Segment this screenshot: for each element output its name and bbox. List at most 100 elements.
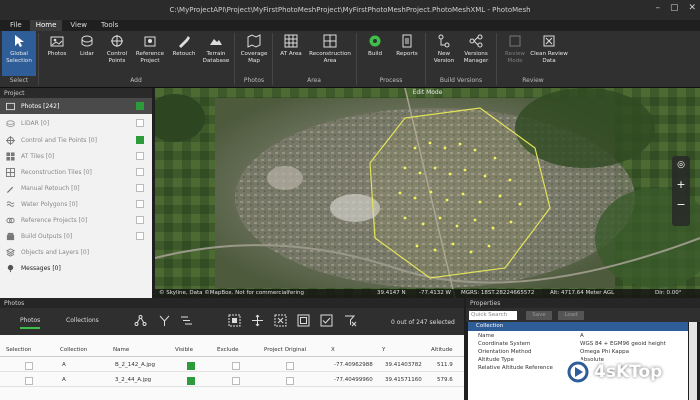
table-row[interactable]: A B_2_142_A.jpg -77.40962988 39.41403782… <box>0 358 464 372</box>
photos-button[interactable]: Photos <box>40 31 74 76</box>
project-item-lidar[interactable]: LiDAR [0] <box>0 115 152 131</box>
group-label-build-versions: Build Versions <box>439 77 483 84</box>
close-icon[interactable]: ✕ <box>688 3 696 13</box>
clean-review-data-button[interactable]: Clean Review Data <box>530 31 568 76</box>
selection-checkbox[interactable] <box>25 377 33 385</box>
select-all-icon[interactable] <box>228 314 241 327</box>
col-y[interactable]: Y <box>382 347 385 353</box>
photos-icon <box>50 36 64 47</box>
col-collection[interactable]: Collection <box>60 347 87 353</box>
col-project-original[interactable]: Project Original <box>264 347 306 353</box>
clean-review-data-icon <box>543 35 555 47</box>
water-polygons-visibility-checkbox[interactable] <box>136 200 144 208</box>
maximize-icon[interactable]: ▢ <box>670 3 679 13</box>
frame-icon[interactable] <box>297 314 310 327</box>
menu-view[interactable]: View <box>64 20 93 31</box>
build-outputs-visibility-checkbox[interactable] <box>136 232 144 240</box>
reconstruction-area-button[interactable]: Reconstruction Area <box>307 31 353 76</box>
photos-panel-header: Photos <box>0 298 464 308</box>
terrain-database-button[interactable]: Terrain Database <box>199 31 233 76</box>
control-points-button[interactable]: Control Points <box>100 31 134 76</box>
group-label-review: Review <box>522 77 544 84</box>
exclude-checkbox[interactable] <box>232 362 240 370</box>
col-selection[interactable]: Selection <box>6 347 31 353</box>
selection-checkbox[interactable] <box>25 362 33 370</box>
altitude-readout: Alt: 4717.64 Meter AGL <box>550 290 615 296</box>
project-item-photos[interactable]: Photos [242] <box>0 98 152 114</box>
project-item-objects-layers[interactable]: Objects and Layers [0] <box>0 244 152 260</box>
load-button[interactable]: Load <box>558 311 584 320</box>
property-row[interactable]: Coordinate System WGS 84 + EGM96 geoid h… <box>468 340 688 348</box>
build-button[interactable]: Build <box>358 31 392 76</box>
col-exclude[interactable]: Exclude <box>217 347 239 353</box>
menu-file[interactable]: File <box>4 20 28 31</box>
photos-table: Selection Collection Name Visible Exclud… <box>0 335 464 400</box>
menu-home[interactable]: Home <box>29 20 63 31</box>
control-points-visibility-checkbox[interactable] <box>136 136 144 144</box>
clear-filter-icon[interactable] <box>344 314 357 327</box>
at-area-button[interactable]: AT Area <box>274 31 308 76</box>
zoom-out-icon[interactable]: − <box>672 198 690 211</box>
at-tiles-visibility-checkbox[interactable] <box>136 152 144 160</box>
manual-retouch-visibility-checkbox[interactable] <box>136 184 144 192</box>
split-icon[interactable] <box>158 314 171 327</box>
reports-button[interactable]: Reports <box>390 31 424 76</box>
visible-checkbox[interactable] <box>187 377 195 385</box>
map-navigation-control: ◎ + − <box>672 156 690 226</box>
quick-search-input[interactable]: Quick Search <box>469 311 517 320</box>
reference-projects-visibility-checkbox[interactable] <box>136 216 144 224</box>
terrain-database-icon <box>210 39 222 45</box>
project-original-checkbox[interactable] <box>286 362 294 370</box>
global-selection-button[interactable]: Global Selection <box>2 31 36 76</box>
lidar-visibility-checkbox[interactable] <box>136 119 144 127</box>
list-icon[interactable] <box>180 314 193 327</box>
save-button[interactable]: Save <box>526 311 552 320</box>
check-box-icon[interactable] <box>320 314 333 327</box>
project-item-at-tiles[interactable]: AT Tiles [0] <box>0 148 152 164</box>
project-item-build-outputs[interactable]: Build Outputs [0] <box>0 228 152 244</box>
project-item-messages[interactable]: Messages [0] <box>0 260 152 276</box>
new-version-button[interactable]: New Version <box>427 31 461 76</box>
menu-bar: File Home View Tools <box>4 20 124 31</box>
tab-collections[interactable]: Collections <box>66 317 99 324</box>
project-item-manual-retouch[interactable]: Manual Retouch [0] <box>0 180 152 196</box>
table-row[interactable]: A 3_2_44_A.jpg -77.40499960 39.41571160 … <box>0 373 464 387</box>
project-tree: Photos [242] LiDAR [0] Control and Tie P… <box>0 98 152 298</box>
menu-tools[interactable]: Tools <box>95 20 124 31</box>
col-altitude[interactable]: Altitude <box>431 347 453 353</box>
properties-toolbar: Quick Search Save Load <box>466 308 700 322</box>
compass-icon[interactable]: ◎ <box>672 160 690 170</box>
project-original-checkbox[interactable] <box>286 377 294 385</box>
exclude-checkbox[interactable] <box>232 377 240 385</box>
project-item-control-tie-points[interactable]: Control and Tie Points [0] <box>0 132 152 148</box>
zoom-in-icon[interactable]: + <box>672 178 690 191</box>
properties-panel-header: Properties <box>466 298 700 308</box>
lidar-button[interactable]: Lidar <box>70 31 104 76</box>
network-icon[interactable] <box>134 314 147 327</box>
retouch-button[interactable]: Retouch <box>167 31 201 76</box>
reconstruction-tiles-visibility-checkbox[interactable] <box>136 168 144 176</box>
project-item-water-polygons[interactable]: Water Polygons [0] <box>0 196 152 212</box>
versions-manager-icon <box>469 34 483 48</box>
review-mode-button[interactable]: Review Mode <box>498 31 532 76</box>
move-icon[interactable] <box>251 314 264 327</box>
tab-photos[interactable]: Photos <box>20 317 41 329</box>
versions-manager-button[interactable]: Versions Manager <box>457 31 495 76</box>
build-outputs-icon <box>6 232 15 240</box>
photos-visibility-checkbox[interactable] <box>136 102 144 110</box>
reference-project-button[interactable]: Reference Project <box>133 31 167 76</box>
project-item-reference-projects[interactable]: Reference Projects [0] <box>0 212 152 228</box>
coverage-map-button[interactable]: Coverage Map <box>237 31 271 76</box>
cursor-icon <box>15 35 24 47</box>
col-x[interactable]: X <box>331 347 335 353</box>
map-view[interactable]: Edit Mode ◎ + − © Skyline, Data ©MapBox.… <box>155 88 700 298</box>
lidar-icon <box>6 119 15 127</box>
properties-section-collection[interactable]: Collection <box>468 322 688 331</box>
col-visible[interactable]: Visible <box>175 347 193 353</box>
deselect-icon[interactable] <box>274 314 287 327</box>
project-item-reconstruction-tiles[interactable]: Reconstruction Tiles [0] <box>0 164 152 180</box>
visible-checkbox[interactable] <box>187 362 195 370</box>
col-name[interactable]: Name <box>113 347 129 353</box>
minimize-icon[interactable]: – <box>655 3 660 13</box>
property-row[interactable]: Name A <box>468 332 688 340</box>
